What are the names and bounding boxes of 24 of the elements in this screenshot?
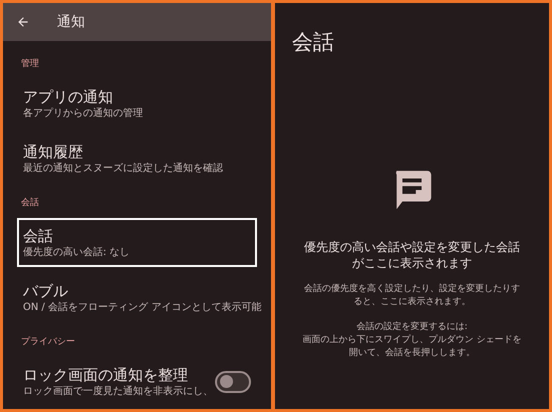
item-subtitle: 各アプリからの通知の管理 bbox=[23, 107, 144, 120]
settings-item[interactable]: ロック画面の通知を整理 ロック画面で一度見た通知を非表示にし、 bbox=[17, 357, 257, 406]
item-subtitle: ON / 会話をフローティング アイコンとして表示可能 bbox=[23, 301, 262, 314]
item-subtitle: 優先度の高い会話: なし bbox=[23, 246, 131, 259]
item-subtitle: ロック画面で一度見た通知を非表示にし、 bbox=[23, 385, 214, 398]
item-title: アプリの通知 bbox=[23, 87, 114, 107]
detail-title: 会話 bbox=[292, 29, 334, 56]
section-heading: 管理 bbox=[20, 58, 40, 70]
item-title: ロック画面の通知を整理 bbox=[23, 365, 189, 385]
settings-item[interactable]: アプリの通知 各アプリからの通知の管理 bbox=[17, 79, 257, 128]
settings-item[interactable]: 会話 優先度の高い会話: なし bbox=[17, 218, 257, 267]
empty-state-description: 会話の優先度を高く設定したり、設定を変更したりすると、ここに表示されます。 bbox=[303, 282, 521, 308]
item-title: 通知履歴 bbox=[23, 142, 84, 162]
item-subtitle: 最近の通知とスヌーズに設定した通知を確認 bbox=[23, 162, 224, 175]
section-heading: プライバシー bbox=[20, 336, 76, 348]
item-title: 会話 bbox=[23, 226, 54, 246]
settings-item[interactable]: 通知履歴 最近の通知とスヌーズに設定した通知を確認 bbox=[17, 134, 257, 183]
section-heading: 会話 bbox=[20, 197, 40, 209]
empty-state-title: 優先度の高い会話や設定を変更した会話がここに表示されます bbox=[303, 238, 521, 270]
empty-state-description: 会話の設定を変更するには: 画面の上から下にスワイプし、プルダウン シェードを開いて、会話を長押しします。 bbox=[302, 320, 522, 360]
toggle-switch[interactable] bbox=[215, 370, 251, 392]
back-icon[interactable] bbox=[16, 15, 30, 29]
page-title: 通知 bbox=[57, 12, 85, 32]
item-title: バブル bbox=[23, 281, 69, 301]
